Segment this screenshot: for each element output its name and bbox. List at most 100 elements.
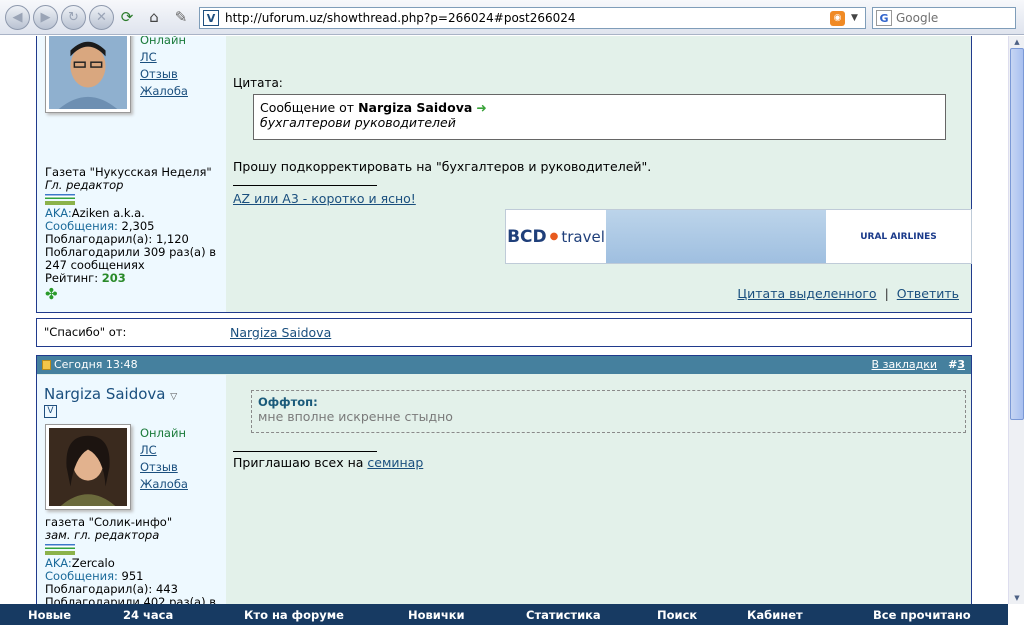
search-input[interactable]: Google: [896, 11, 1015, 25]
post-3: Сегодня 13:48 В закладки #3 Nargiza Said…: [36, 355, 972, 604]
online-status: Онлайн: [140, 426, 186, 440]
scroll-up-icon[interactable]: ▲: [1010, 36, 1024, 48]
country-flag-icon: [45, 544, 75, 549]
quote-from-prefix: Сообщение от: [260, 100, 355, 115]
url-text[interactable]: http://uforum.uz/showthread.php?p=266024…: [225, 11, 830, 25]
messages-value: 951: [121, 569, 144, 583]
signature-divider: [233, 451, 377, 452]
scroll-down-icon[interactable]: ▼: [1010, 592, 1024, 604]
nav-new[interactable]: Новые: [28, 608, 71, 622]
thanks-row: "Спасибо" от: Nargiza Saidova: [36, 318, 972, 347]
vcard-icon[interactable]: V: [44, 405, 57, 418]
quote-selected-button[interactable]: Цитата выделенного: [737, 286, 876, 301]
chevron-down-icon[interactable]: ▼: [851, 13, 865, 23]
rating-value: 203: [101, 271, 126, 285]
messages-label: Сообщения:: [45, 569, 118, 583]
dots-icon: ●: [549, 231, 559, 242]
post-date: Сегодня 13:48: [54, 358, 138, 371]
scrollbar-thumb[interactable]: [1010, 48, 1024, 420]
nav-cabinet[interactable]: Кабинет: [747, 608, 803, 622]
signature-link[interactable]: AZ или A3 - коротко и ясно!: [233, 191, 416, 206]
tools-icon[interactable]: ✎: [171, 7, 191, 27]
post-actions: Цитата выделенного | Ответить: [737, 286, 959, 301]
aka-value: Zercalo: [71, 556, 115, 570]
nav-24h[interactable]: 24 часа: [123, 608, 173, 622]
thanked-label: Поблагодарил(а):: [45, 582, 153, 596]
report-link[interactable]: Жалоба: [140, 83, 188, 100]
user-details: газета "Солик-инфо" зам. гл. редактора A…: [45, 516, 225, 604]
post-body: Прошу подкорректировать на "бухгалтеров …: [233, 159, 652, 174]
review-link[interactable]: Отзыв: [140, 66, 188, 83]
forum-bottom-nav: Новые 24 часа Кто на форуме Новички Стат…: [0, 604, 1008, 625]
chevron-down-icon[interactable]: ▽: [170, 392, 177, 402]
action-divider: |: [884, 286, 889, 301]
pm-link[interactable]: ЛС: [140, 49, 188, 66]
arrow-right-icon[interactable]: ➜: [476, 100, 486, 115]
thanked-value: 443: [155, 582, 178, 596]
post-previous: Онлайн ЛС Отзыв Жалоба Газета "Нукусская…: [36, 36, 972, 313]
site-favicon-icon: V: [203, 10, 219, 26]
home-icon[interactable]: ⌂: [144, 7, 164, 27]
browser-toolbar: ◀ ▶ ↻ ✕ ⟳ ⌂ ✎ V http://uforum.uz/showthr…: [0, 0, 1024, 35]
thanked-by-line1: Поблагодарили 402 раз(а) в: [45, 595, 217, 605]
review-link[interactable]: Отзыв: [140, 459, 188, 476]
post-number[interactable]: #3: [948, 356, 965, 374]
thanks-user-link[interactable]: Nargiza Saidova: [230, 325, 331, 340]
offtop-box: Оффтоп: мне вполне искренне стыдно: [251, 390, 966, 433]
rating-label: Рейтинг:: [45, 271, 99, 285]
seminar-link[interactable]: семинар: [367, 455, 423, 470]
user-details: Газета "Нукусская Неделя" Гл. редактор A…: [45, 166, 225, 303]
nav-search[interactable]: Поиск: [657, 608, 697, 622]
user-links: Онлайн ЛС Отзыв Жалоба: [140, 36, 188, 100]
bcd-brand: BCD: [507, 226, 547, 247]
pm-link[interactable]: ЛС: [140, 442, 188, 459]
report-link[interactable]: Жалоба: [140, 476, 188, 493]
stop-icon[interactable]: ✕: [89, 5, 114, 30]
quote-label: Цитата:: [233, 76, 283, 90]
offtop-text: мне вполне искренне стыдно: [258, 409, 453, 424]
user-role: зам. гл. редактора: [45, 528, 160, 542]
nav-newbies[interactable]: Новички: [408, 608, 465, 622]
forward-icon[interactable]: ▶: [33, 5, 58, 30]
back-icon[interactable]: ◀: [5, 5, 30, 30]
quote-text: бухгалтерови руководителей: [260, 115, 456, 130]
author-name[interactable]: Nargiza Saidova ▽: [44, 385, 177, 403]
reply-button[interactable]: Ответить: [897, 286, 959, 301]
post-header: Сегодня 13:48 В закладки #3: [37, 356, 971, 374]
bookmark-link[interactable]: В закладки: [872, 356, 937, 374]
online-status: Онлайн: [140, 36, 186, 47]
messages-label: Сообщения:: [45, 219, 118, 233]
address-bar[interactable]: V http://uforum.uz/showthread.php?p=2660…: [199, 7, 866, 29]
avatar-photo: [49, 36, 127, 109]
thanks-label: "Спасибо" от:: [44, 325, 127, 339]
avatar[interactable]: [45, 36, 131, 113]
quote-box: Сообщение от Nargiza Saidova ➜ бухгалтер…: [253, 94, 946, 140]
ural-logo: URAL AIRLINES: [860, 231, 937, 242]
ad-banner[interactable]: BCD ● travel URAL AIRLINES: [505, 209, 972, 264]
ad-sky-image: [606, 210, 826, 263]
nav-mark-all-read[interactable]: Все прочитано: [873, 608, 971, 622]
avatar-photo: [49, 428, 127, 506]
thanked-label: Поблагодарил(а):: [45, 232, 153, 246]
level-bar: [45, 551, 75, 555]
page-content: Онлайн ЛС Отзыв Жалоба Газета "Нукусская…: [0, 36, 1008, 604]
bcd-logo: BCD ● travel: [506, 210, 606, 263]
post-user-info: Nargiza Saidova ▽ V Онлайн ЛС Отзыв Жало…: [37, 375, 226, 604]
level-bar: [45, 201, 75, 205]
quote-author: Nargiza Saidova: [358, 100, 473, 115]
thanked-value: 1,120: [155, 232, 189, 246]
nav-statistics[interactable]: Статистика: [526, 608, 601, 622]
search-bar[interactable]: G Google: [872, 7, 1016, 29]
aka-label: AKA:: [45, 206, 72, 220]
reload-icon[interactable]: ↻: [61, 5, 86, 30]
scrollbar[interactable]: ▲ ▼: [1008, 36, 1024, 604]
google-icon[interactable]: G: [876, 10, 892, 26]
post-icon: [42, 360, 51, 370]
rss-icon[interactable]: ◉: [830, 10, 845, 26]
user-role: Гл. редактор: [45, 178, 124, 192]
nav-who-online[interactable]: Кто на форуме: [244, 608, 344, 622]
refresh-icon[interactable]: ⟳: [117, 7, 137, 27]
avatar[interactable]: [45, 424, 131, 510]
aka-label: AKA:: [45, 556, 72, 570]
bcd-word: travel: [561, 227, 605, 246]
